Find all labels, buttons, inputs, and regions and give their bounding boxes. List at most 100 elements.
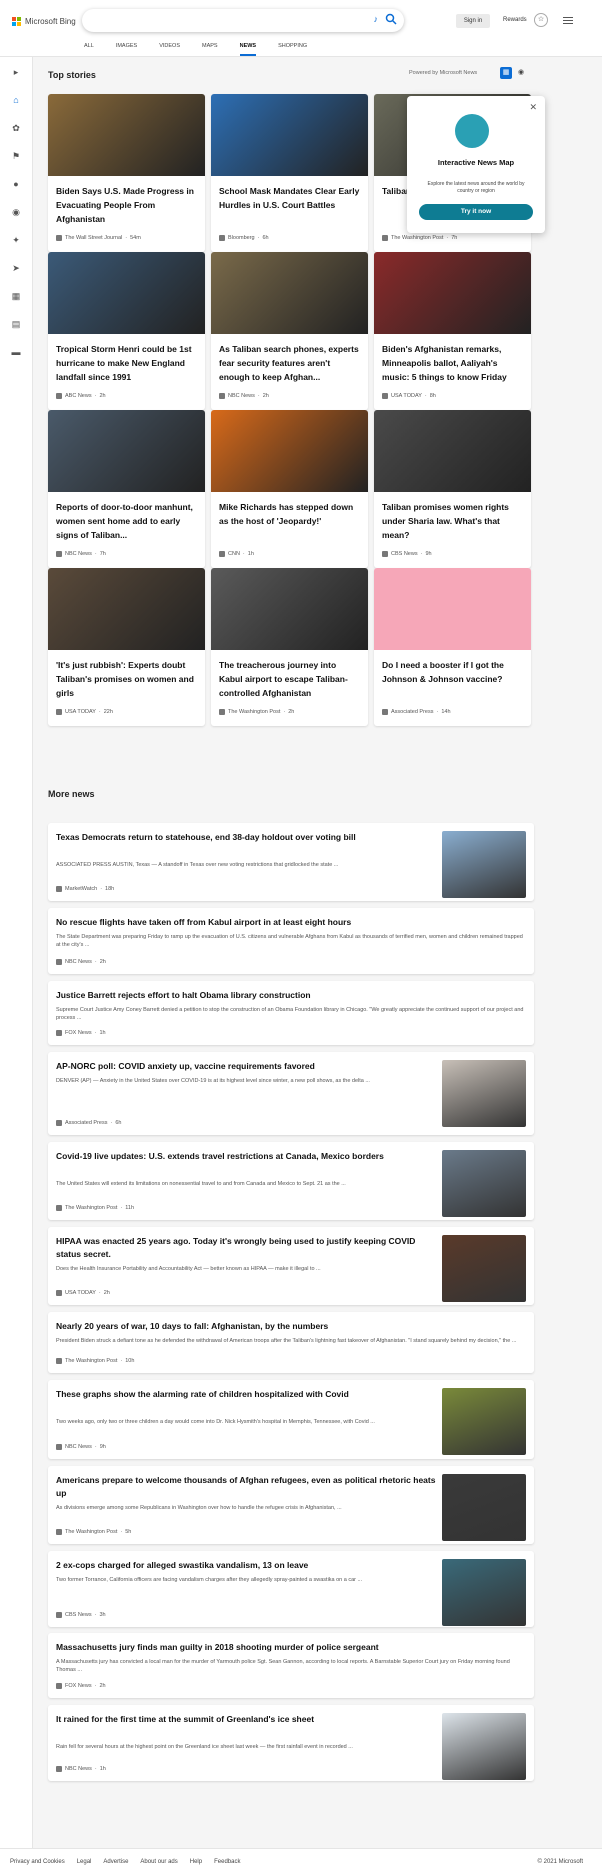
business-icon[interactable]: ▤ xyxy=(9,317,23,331)
news-title[interactable]: Texas Democrats return to statehouse, en… xyxy=(56,831,436,844)
news-thumbnail[interactable] xyxy=(442,1150,526,1217)
news-title[interactable]: These graphs show the alarming rate of c… xyxy=(56,1388,436,1401)
story-card[interactable]: School Mask Mandates Clear Early Hurdles… xyxy=(211,94,368,252)
source-logo-icon xyxy=(56,1612,62,1618)
menu-icon[interactable] xyxy=(563,15,573,25)
story-card[interactable]: Tropical Storm Henri could be 1st hurric… xyxy=(48,252,205,410)
nav-tab-videos[interactable]: VIDEOS xyxy=(159,37,180,56)
story-card[interactable]: The treacherous journey into Kabul airpo… xyxy=(211,568,368,726)
news-item[interactable]: 2 ex-cops charged for alleged swastika v… xyxy=(48,1551,534,1627)
story-title[interactable]: Tropical Storm Henri could be 1st hurric… xyxy=(56,342,198,384)
news-title[interactable]: Justice Barrett rejects effort to halt O… xyxy=(56,989,526,1002)
story-title[interactable]: Biden Says U.S. Made Progress in Evacuat… xyxy=(56,184,198,226)
story-title[interactable]: School Mask Mandates Clear Early Hurdles… xyxy=(219,184,361,212)
story-source: The Wall Street Journal · 54m xyxy=(56,235,141,241)
news-title[interactable]: Americans prepare to welcome thousands o… xyxy=(56,1474,436,1500)
news-item[interactable]: It rained for the first time at the summ… xyxy=(48,1705,534,1781)
story-title[interactable]: 'It's just rubbish': Experts doubt Talib… xyxy=(56,658,198,700)
copyright: © 2021 Microsoft xyxy=(537,1859,583,1865)
science-icon[interactable]: ➤ xyxy=(9,261,23,275)
nav-tab-images[interactable]: IMAGES xyxy=(116,37,137,56)
story-card[interactable]: Taliban promises women rights under Shar… xyxy=(374,410,531,568)
story-card[interactable]: Mike Richards has stepped down as the ho… xyxy=(211,410,368,568)
news-title[interactable]: AP-NORC poll: COVID anxiety up, vaccine … xyxy=(56,1060,436,1073)
story-title[interactable]: Reports of door-to-door manhunt, women s… xyxy=(56,500,198,542)
globe-icon[interactable]: ◉ xyxy=(9,205,23,219)
source-name: FOX News xyxy=(65,1030,92,1036)
news-thumbnail[interactable] xyxy=(442,1713,526,1780)
bing-logo[interactable]: Microsoft Bing xyxy=(12,15,76,27)
microphone-icon[interactable]: ♪ xyxy=(374,14,379,24)
footer-link[interactable]: Legal xyxy=(77,1859,92,1865)
news-title[interactable]: It rained for the first time at the summ… xyxy=(56,1713,436,1726)
expand-sidebar-icon[interactable]: ▸ xyxy=(9,65,23,79)
story-title[interactable]: Taliban promises women rights under Shar… xyxy=(382,500,524,542)
news-item[interactable]: Massachusetts jury finds man guilty in 2… xyxy=(48,1633,534,1698)
story-card[interactable]: As Taliban search phones, experts fear s… xyxy=(211,252,368,410)
story-time: 2h xyxy=(99,393,106,399)
news-item[interactable]: HIPAA was enacted 25 years ago. Today it… xyxy=(48,1227,534,1305)
story-card[interactable]: Reports of door-to-door manhunt, women s… xyxy=(48,410,205,568)
story-title[interactable]: As Taliban search phones, experts fear s… xyxy=(219,342,361,384)
footer-link[interactable]: Advertise xyxy=(103,1859,128,1865)
footer-link[interactable]: Feedback xyxy=(214,1859,240,1865)
news-title[interactable]: Covid-19 live updates: U.S. extends trav… xyxy=(56,1150,436,1163)
news-thumbnail[interactable] xyxy=(442,1474,526,1541)
home-icon[interactable]: ⌂ xyxy=(9,93,23,107)
sign-in-button[interactable]: Sign in xyxy=(456,14,490,28)
source-name: CNN xyxy=(228,551,240,557)
news-title[interactable]: Massachusetts jury finds man guilty in 2… xyxy=(56,1641,526,1654)
news-item[interactable]: Covid-19 live updates: U.S. extends trav… xyxy=(48,1142,534,1220)
try-it-now-button[interactable]: Try it now xyxy=(419,204,533,220)
close-icon[interactable]: ✕ xyxy=(529,102,537,113)
news-title[interactable]: 2 ex-cops charged for alleged swastika v… xyxy=(56,1559,436,1572)
footer-link[interactable]: About our ads xyxy=(140,1859,177,1865)
entertainment-icon[interactable]: ✦ xyxy=(9,233,23,247)
nav-tab-shopping[interactable]: SHOPPING xyxy=(278,37,307,56)
money-icon[interactable]: ▬ xyxy=(9,345,23,359)
news-thumbnail[interactable] xyxy=(442,831,526,898)
story-title[interactable]: Biden's Afghanistan remarks, Minneapolis… xyxy=(382,342,524,384)
story-card[interactable]: Biden's Afghanistan remarks, Minneapolis… xyxy=(374,252,531,410)
news-thumbnail[interactable] xyxy=(442,1388,526,1455)
story-card[interactable]: 'It's just rubbish': Experts doubt Talib… xyxy=(48,568,205,726)
news-thumbnail[interactable] xyxy=(442,1060,526,1127)
news-title[interactable]: No rescue flights have taken off from Ka… xyxy=(56,916,526,929)
news-item[interactable]: These graphs show the alarming rate of c… xyxy=(48,1380,534,1459)
technology-icon[interactable]: ▦ xyxy=(9,289,23,303)
news-item[interactable]: Justice Barrett rejects effort to halt O… xyxy=(48,981,534,1045)
news-thumbnail[interactable] xyxy=(442,1559,526,1626)
news-item[interactable]: Nearly 20 years of war, 10 days to fall:… xyxy=(48,1312,534,1373)
flag-icon[interactable]: ⚑ xyxy=(9,149,23,163)
rewards-trophy-icon[interactable]: ☆ xyxy=(534,13,548,27)
location-icon[interactable]: ● xyxy=(9,177,23,191)
news-item[interactable]: No rescue flights have taken off from Ka… xyxy=(48,908,534,974)
story-source: CBS News · 9h xyxy=(382,551,432,557)
news-item[interactable]: AP-NORC poll: COVID anxiety up, vaccine … xyxy=(48,1052,534,1135)
search-input[interactable]: ♪ xyxy=(82,9,404,32)
source-logo-icon xyxy=(382,235,388,241)
header: Microsoft Bing ♪ Sign in Rewards ☆ ALL IM… xyxy=(0,0,602,57)
source-logo-icon xyxy=(56,235,62,241)
news-item[interactable]: Americans prepare to welcome thousands o… xyxy=(48,1466,534,1544)
news-title[interactable]: HIPAA was enacted 25 years ago. Today it… xyxy=(56,1235,436,1261)
story-title[interactable]: Do I need a booster if I got the Johnson… xyxy=(382,658,524,686)
sports-icon[interactable]: ✿ xyxy=(9,121,23,135)
story-card[interactable]: Biden Says U.S. Made Progress in Evacuat… xyxy=(48,94,205,252)
separator: · xyxy=(242,551,245,557)
grid-view-icon[interactable]: ▦ xyxy=(500,67,512,79)
nav-tab-news[interactable]: NEWS xyxy=(239,37,256,56)
story-card[interactable]: Do I need a booster if I got the Johnson… xyxy=(374,568,531,726)
news-thumbnail[interactable] xyxy=(442,1235,526,1302)
story-title[interactable]: Mike Richards has stepped down as the ho… xyxy=(219,500,361,528)
map-view-icon[interactable]: ◉ xyxy=(515,67,527,79)
nav-tab-all[interactable]: ALL xyxy=(84,37,94,56)
news-title[interactable]: Nearly 20 years of war, 10 days to fall:… xyxy=(56,1320,526,1333)
rewards-link[interactable]: Rewards xyxy=(503,17,527,23)
footer-link[interactable]: Privacy and Cookies xyxy=(10,1859,65,1865)
nav-tab-maps[interactable]: MAPS xyxy=(202,37,218,56)
footer-link[interactable]: Help xyxy=(190,1859,202,1865)
story-title[interactable]: The treacherous journey into Kabul airpo… xyxy=(219,658,361,700)
news-item[interactable]: Texas Democrats return to statehouse, en… xyxy=(48,823,534,901)
search-icon[interactable] xyxy=(385,13,397,25)
